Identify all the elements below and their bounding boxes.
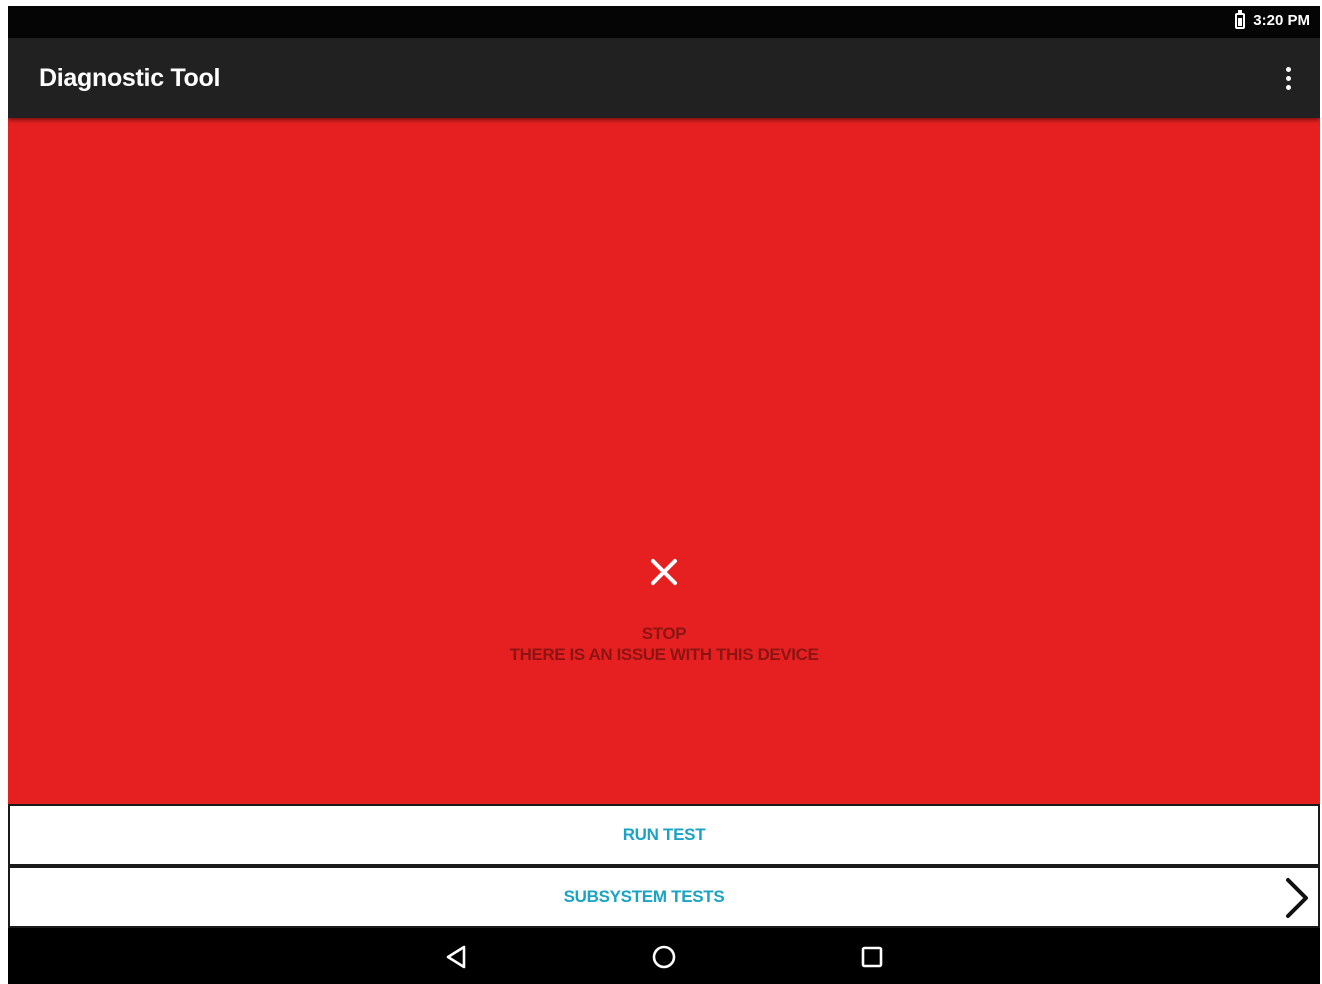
run-test-button[interactable]: RUN TEST: [8, 804, 1320, 866]
home-icon[interactable]: [649, 942, 679, 972]
status-indicators: 3:20 PM: [1235, 9, 1310, 29]
app-bar: Diagnostic Tool: [8, 38, 1320, 118]
status-bar: 3:20 PM: [8, 6, 1320, 38]
menu-dot: [1285, 75, 1291, 81]
back-icon[interactable]: [442, 942, 472, 972]
menu-dot: [1285, 66, 1291, 72]
recents-icon[interactable]: [857, 942, 887, 972]
status-time: 3:20 PM: [1253, 12, 1310, 29]
navigation-bar: [8, 928, 1320, 984]
battery-icon: [1235, 9, 1246, 29]
status-message: STOP THERE IS AN ISSUE WITH THIS DEVICE: [8, 623, 1320, 665]
overflow-menu-icon[interactable]: [1276, 62, 1300, 94]
device-screen: 3:20 PM Diagnostic Tool STOP THERE IS AN…: [8, 6, 1320, 984]
chevron-right-icon: [1286, 878, 1308, 918]
close-icon: [651, 559, 677, 585]
status-detail: THERE IS AN ISSUE WITH THIS DEVICE: [509, 645, 819, 664]
subsystem-tests-label: SUBSYSTEM TESTS: [563, 887, 725, 906]
run-test-label: RUN TEST: [622, 825, 706, 844]
app-title: Diagnostic Tool: [39, 64, 221, 92]
status-title: STOP: [641, 624, 687, 643]
subsystem-tests-button[interactable]: SUBSYSTEM TESTS: [8, 866, 1320, 928]
status-panel: STOP THERE IS AN ISSUE WITH THIS DEVICE: [8, 118, 1320, 804]
menu-dot: [1285, 84, 1291, 90]
